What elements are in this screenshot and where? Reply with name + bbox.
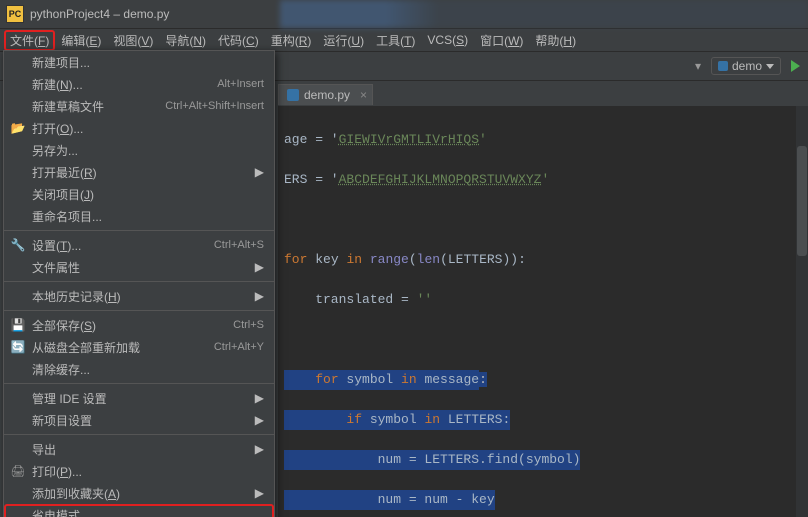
menu-separator — [4, 383, 274, 384]
menu-item[interactable]: 导出 ▶ — [4, 438, 274, 460]
run-config-selector[interactable]: demo — [711, 57, 781, 75]
menu-code[interactable]: 代码(C) — [212, 30, 265, 51]
code-editor[interactable]: age = 'GIEWIVrGMTLIVrHIQS' ERS = 'ABCDEF… — [278, 106, 808, 517]
python-file-icon — [287, 89, 299, 101]
window-title: pythonProject4 – demo.py — [30, 7, 169, 21]
tab-label: demo.py — [304, 88, 350, 102]
menu-shortcut: Ctrl+S — [233, 319, 264, 331]
menu-item-label: 设置(T)... — [32, 237, 81, 254]
menu-view[interactable]: 视图(V) — [107, 30, 159, 51]
submenu-arrow-icon: ▶ — [255, 486, 264, 500]
menu-separator — [4, 230, 274, 231]
menu-item-label: 新建项目... — [32, 54, 90, 71]
menu-item-label: 省电模式 — [32, 507, 80, 517]
build-icon[interactable]: ▾ — [695, 59, 701, 73]
editor-tab-demo[interactable]: demo.py × — [278, 84, 373, 105]
menu-item-icon: 📂 — [10, 120, 26, 136]
menu-item-label: 关闭项目(J) — [32, 186, 94, 203]
menu-shortcut: Ctrl+Alt+S — [214, 239, 264, 251]
blurred-background — [280, 0, 808, 28]
menu-item[interactable]: 新建(N)... Alt+Insert — [4, 73, 274, 95]
editor-tabs: demo.py × — [278, 82, 373, 106]
menu-vcs[interactable]: VCS(S) — [421, 31, 474, 49]
menu-shortcut: Alt+Insert — [217, 78, 264, 90]
menu-refactor[interactable]: 重构(R) — [265, 30, 318, 51]
menu-item-label: 清除缓存... — [32, 361, 90, 378]
menu-item-icon: 🔧 — [10, 237, 26, 253]
menu-item[interactable]: 另存为... — [4, 139, 274, 161]
app-icon: PC — [6, 5, 24, 23]
menu-item-label: 打印(P)... — [32, 463, 82, 480]
menu-item-label: 另存为... — [32, 142, 78, 159]
menu-item-icon: 💾 — [10, 317, 26, 333]
submenu-arrow-icon: ▶ — [255, 391, 264, 405]
menu-item[interactable]: 本地历史记录(H) ▶ — [4, 285, 274, 307]
run-button[interactable] — [791, 60, 800, 72]
editor-scrollbar[interactable] — [796, 106, 808, 517]
submenu-arrow-icon: ▶ — [255, 260, 264, 274]
menu-help[interactable]: 帮助(H) — [529, 30, 582, 51]
menubar: 文件(F) 编辑(E) 视图(V) 导航(N) 代码(C) 重构(R) 运行(U… — [0, 29, 808, 52]
chevron-down-icon — [766, 64, 774, 69]
menu-item-icon: 🖨 — [10, 463, 26, 479]
menu-item[interactable]: 省电模式 — [4, 504, 274, 517]
menu-item[interactable]: 打开最近(R) ▶ — [4, 161, 274, 183]
menu-item[interactable]: 管理 IDE 设置 ▶ — [4, 387, 274, 409]
scrollbar-thumb[interactable] — [797, 146, 807, 256]
menu-edit[interactable]: 编辑(E) — [55, 30, 107, 51]
menu-item-label: 文件属性 — [32, 259, 80, 276]
menu-item[interactable]: 清除缓存... — [4, 358, 274, 380]
file-menu-dropdown: 新建项目... 新建(N)... Alt+Insert 新建草稿文件 Ctrl+Alt+… — [3, 50, 275, 517]
menu-item-label: 新建草稿文件 — [32, 98, 104, 115]
menu-item-label: 全部保存(S) — [32, 317, 96, 334]
menu-item[interactable]: 重命名项目... — [4, 205, 274, 227]
menu-item[interactable]: 🖨 打印(P)... — [4, 460, 274, 482]
menu-item[interactable]: 💾 全部保存(S) Ctrl+S — [4, 314, 274, 336]
menu-item-label: 管理 IDE 设置 — [32, 390, 107, 407]
menu-item[interactable]: 新项目设置 ▶ — [4, 409, 274, 431]
submenu-arrow-icon: ▶ — [255, 413, 264, 427]
close-icon[interactable]: × — [360, 88, 367, 102]
menu-item-label: 添加到收藏夹(A) — [32, 485, 120, 502]
menu-tools[interactable]: 工具(T) — [370, 30, 421, 51]
menu-separator — [4, 310, 274, 311]
menu-shortcut: Ctrl+Alt+Y — [214, 341, 264, 353]
menu-item[interactable]: 新建草稿文件 Ctrl+Alt+Shift+Insert — [4, 95, 274, 117]
menu-item-label: 导出 — [32, 441, 56, 458]
menu-item[interactable]: 🔄 从磁盘全部重新加载 Ctrl+Alt+Y — [4, 336, 274, 358]
menu-item[interactable]: 添加到收藏夹(A) ▶ — [4, 482, 274, 504]
menu-item[interactable]: 新建项目... — [4, 51, 274, 73]
menu-item[interactable]: 📂 打开(O)... — [4, 117, 274, 139]
menu-item-label: 新项目设置 — [32, 412, 92, 429]
menu-item-label: 新建(N)... — [32, 76, 83, 93]
menu-shortcut: Ctrl+Alt+Shift+Insert — [165, 100, 264, 112]
python-file-icon — [718, 61, 728, 71]
menu-item[interactable]: 文件属性 ▶ — [4, 256, 274, 278]
menu-navigate[interactable]: 导航(N) — [159, 30, 212, 51]
submenu-arrow-icon: ▶ — [255, 442, 264, 456]
menu-separator — [4, 281, 274, 282]
submenu-arrow-icon: ▶ — [255, 289, 264, 303]
menu-item[interactable]: 🔧 设置(T)... Ctrl+Alt+S — [4, 234, 274, 256]
menu-item-icon: 🔄 — [10, 339, 26, 355]
menu-item[interactable]: 关闭项目(J) — [4, 183, 274, 205]
submenu-arrow-icon: ▶ — [255, 165, 264, 179]
menu-separator — [4, 434, 274, 435]
menu-item-label: 本地历史记录(H) — [32, 288, 121, 305]
menu-item-label: 打开最近(R) — [32, 164, 97, 181]
ide-window: PC pythonProject4 – demo.py 文件(F) 编辑(E) … — [0, 0, 808, 517]
menu-item-label: 打开(O)... — [32, 120, 83, 137]
menu-run[interactable]: 运行(U) — [317, 30, 370, 51]
run-config-name: demo — [732, 59, 762, 73]
menu-window[interactable]: 窗口(W) — [474, 30, 529, 51]
menu-file[interactable]: 文件(F) — [4, 30, 55, 51]
menu-item-label: 重命名项目... — [32, 208, 102, 225]
menu-item-label: 从磁盘全部重新加载 — [32, 339, 140, 356]
